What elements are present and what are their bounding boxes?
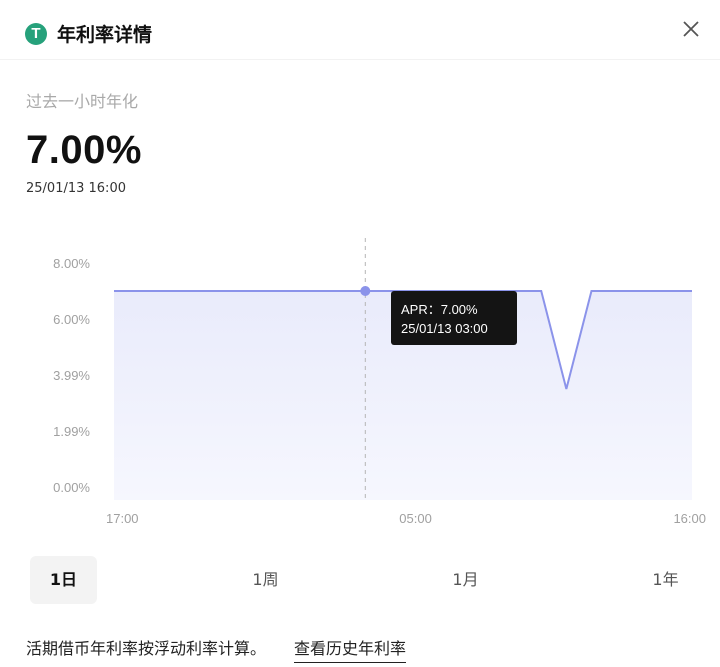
- apr-value: 7.00%: [26, 128, 142, 172]
- close-icon[interactable]: [676, 14, 706, 44]
- y-tick-label: 3.99%: [53, 368, 90, 383]
- y-tick-label: 6.00%: [53, 312, 90, 327]
- data-point[interactable]: [238, 289, 242, 293]
- header-divider: [0, 59, 720, 60]
- range-1y-button[interactable]: 1年: [632, 556, 699, 604]
- apr-chart[interactable]: 0.00% 1.99% 3.99% 6.00% 8.00% 17:00 05:00 16:0…: [0, 230, 720, 540]
- data-point[interactable]: [640, 289, 644, 293]
- data-point[interactable]: [288, 289, 292, 293]
- data-point[interactable]: [162, 289, 166, 293]
- x-tick-label: 16:00: [673, 511, 706, 526]
- modal-title: 年利率详情: [57, 24, 153, 46]
- data-point[interactable]: [338, 289, 342, 293]
- data-point[interactable]: [690, 289, 694, 293]
- data-point[interactable]: [539, 289, 543, 293]
- tooltip-time: 25/01/13 03:00: [401, 321, 488, 336]
- y-tick-label: 1.99%: [53, 424, 90, 439]
- chart-tooltip: APR：7.00% 25/01/13 03:00: [391, 291, 517, 345]
- apr-timestamp: 25/01/13 16:00: [26, 181, 126, 196]
- highlighted-data-point[interactable]: [360, 286, 371, 296]
- range-1w-button[interactable]: 1周: [232, 556, 299, 604]
- history-apr-link[interactable]: 查看历史年利率: [294, 635, 407, 663]
- data-point[interactable]: [213, 289, 217, 293]
- data-point[interactable]: [137, 289, 141, 293]
- x-tick-label: 17:00: [106, 511, 139, 526]
- x-tick-label: 05:00: [399, 511, 432, 526]
- data-point[interactable]: [313, 289, 317, 293]
- data-point[interactable]: [564, 387, 568, 391]
- data-point[interactable]: [187, 289, 191, 293]
- data-point[interactable]: [263, 289, 267, 293]
- modal-header: T 年利率详情: [0, 0, 720, 62]
- period-label: 过去一小时年化: [26, 92, 139, 111]
- data-point[interactable]: [615, 289, 619, 293]
- data-point[interactable]: [112, 289, 116, 293]
- usdt-coin-icon: T: [25, 23, 47, 45]
- range-1m-button[interactable]: 1月: [432, 556, 499, 604]
- range-1d-button[interactable]: 1日: [30, 556, 97, 604]
- footer-note: 活期借币年利率按浮动利率计算。: [26, 639, 267, 658]
- data-point[interactable]: [665, 289, 669, 293]
- data-point[interactable]: [589, 289, 593, 293]
- tooltip-apr: APR：7.00%: [401, 302, 478, 317]
- y-tick-label: 0.00%: [53, 480, 90, 495]
- y-tick-label: 8.00%: [53, 256, 90, 271]
